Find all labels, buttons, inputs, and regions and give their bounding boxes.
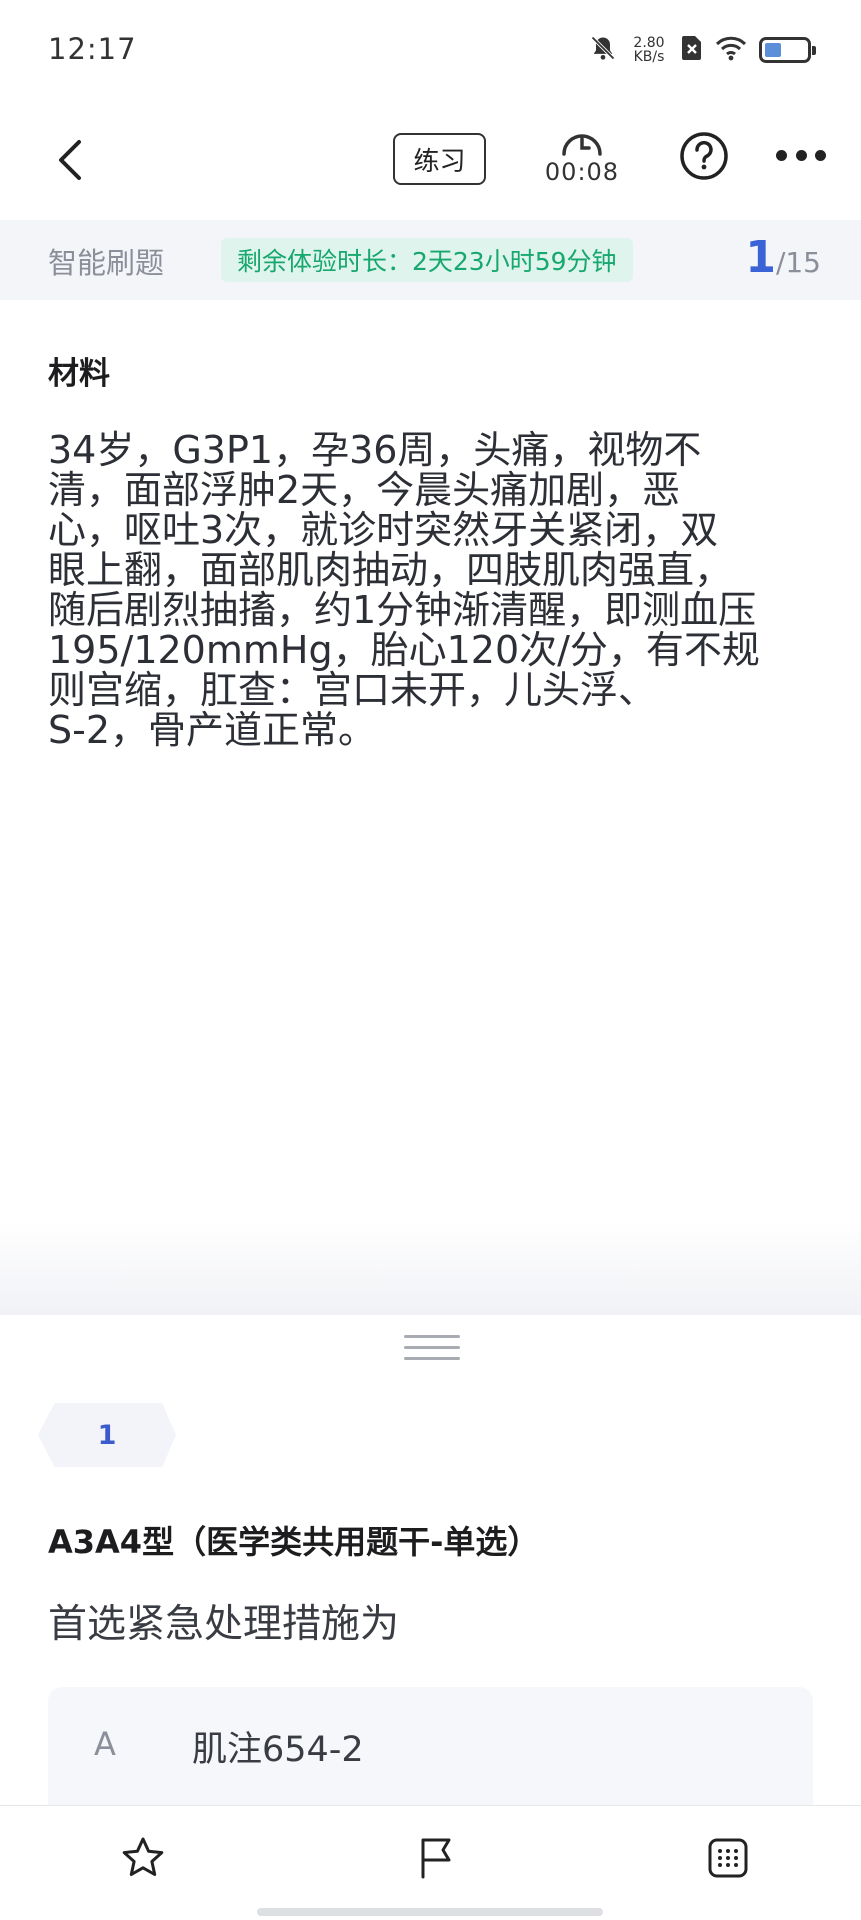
drag-handle-line bbox=[404, 1335, 460, 1338]
bottom-nav bbox=[0, 1805, 861, 1920]
mark-button[interactable] bbox=[408, 1830, 464, 1886]
grid-icon bbox=[708, 1838, 748, 1878]
drag-handle-line bbox=[404, 1357, 460, 1360]
material-section: 材料 34岁，G3P1，孕36周，头痛，视物不 清，面部浮肿2天，今晨头痛加剧，… bbox=[0, 300, 861, 1315]
chevron-left-icon bbox=[59, 140, 81, 180]
dot bbox=[815, 149, 826, 161]
more-options-button[interactable] bbox=[776, 140, 826, 170]
material-line: 195/120mmHg，胎心120次/分，有不规 bbox=[48, 628, 760, 672]
header-toolbar: 练习 00:08 bbox=[0, 100, 861, 220]
question-text: 首选紧急处理措施为 bbox=[48, 1602, 400, 1647]
status-time: 12:17 bbox=[48, 32, 137, 66]
option-a[interactable]: A 肌注654-2 bbox=[48, 1687, 813, 1817]
home-indicator[interactable] bbox=[257, 1908, 603, 1916]
counter-total: /15 bbox=[775, 246, 821, 279]
no-sim-icon bbox=[681, 35, 703, 65]
question-counter[interactable]: 1/15 bbox=[745, 232, 821, 283]
dot bbox=[795, 149, 807, 161]
option-letter: A bbox=[94, 1725, 116, 1763]
timer[interactable]: 00:08 bbox=[540, 128, 624, 186]
counter-current: 1 bbox=[745, 232, 776, 283]
dot bbox=[776, 149, 787, 161]
material-title: 材料 bbox=[48, 356, 110, 392]
favorite-button[interactable] bbox=[115, 1830, 171, 1886]
trial-time-badge: 剩余体验时长：2天23小时59分钟 bbox=[221, 238, 633, 282]
clock-icon bbox=[562, 134, 602, 156]
flag-icon bbox=[421, 1838, 451, 1879]
material-line: S-2，骨产道正常。 bbox=[48, 708, 377, 752]
network-speed: 2.80 KB/s bbox=[629, 36, 669, 64]
material-line: 34岁，G3P1，孕36周，头痛，视物不 bbox=[48, 428, 702, 472]
network-speed-unit: KB/s bbox=[633, 49, 665, 65]
question-sheet: 1 A3A4型（医学类共用题干-单选） 首选紧急处理措施为 A 肌注654-2 bbox=[0, 1315, 861, 1817]
battery-icon bbox=[759, 37, 816, 63]
info-bar: 智能刷题 剩余体验时长：2天23小时59分钟 1/15 bbox=[0, 220, 861, 300]
back-button[interactable] bbox=[40, 130, 100, 190]
help-button[interactable] bbox=[678, 130, 730, 182]
status-bar: 12:17 2.80 KB/s bbox=[0, 0, 861, 100]
material-line: 随后剧烈抽搐，约1分钟渐清醒，即测血压 bbox=[48, 588, 757, 632]
drag-handle[interactable] bbox=[404, 1335, 460, 1365]
mute-bell-icon bbox=[589, 34, 617, 66]
network-speed-value: 2.80 bbox=[633, 35, 665, 51]
material-line: 清，面部浮肿2天，今晨头痛加剧，恶 bbox=[48, 468, 681, 512]
question-type: A3A4型（医学类共用题干-单选） bbox=[48, 1523, 540, 1561]
material-text: 34岁，G3P1，孕36周，头痛，视物不 清，面部浮肿2天，今晨头痛加剧，恶 心… bbox=[48, 430, 818, 750]
timer-text: 00:08 bbox=[544, 158, 620, 186]
smart-practice-label: 智能刷题 bbox=[48, 246, 165, 280]
drag-handle-line bbox=[404, 1346, 460, 1349]
option-text: 肌注654-2 bbox=[192, 1730, 364, 1770]
page: 12:17 2.80 KB/s 练习 00:08 智能刷题 剩余体验时长：2天2… bbox=[0, 0, 861, 1920]
practice-mode-button[interactable]: 练习 bbox=[393, 133, 486, 185]
star-icon bbox=[122, 1837, 164, 1876]
material-line: 眼上翻，面部肌肉抽动，四肢肌肉强直， bbox=[48, 548, 733, 592]
answer-sheet-button[interactable] bbox=[700, 1830, 756, 1886]
question-mark-icon bbox=[680, 132, 728, 180]
wifi-icon bbox=[715, 35, 747, 65]
question-number-tag: 1 bbox=[38, 1403, 176, 1467]
material-line: 心，呕吐3次，就诊时突然牙关紧闭，双 bbox=[48, 508, 719, 552]
status-icons: 2.80 KB/s bbox=[589, 32, 816, 68]
material-line: 则宫缩，肛查：宫口未开，儿头浮、 bbox=[48, 668, 657, 712]
